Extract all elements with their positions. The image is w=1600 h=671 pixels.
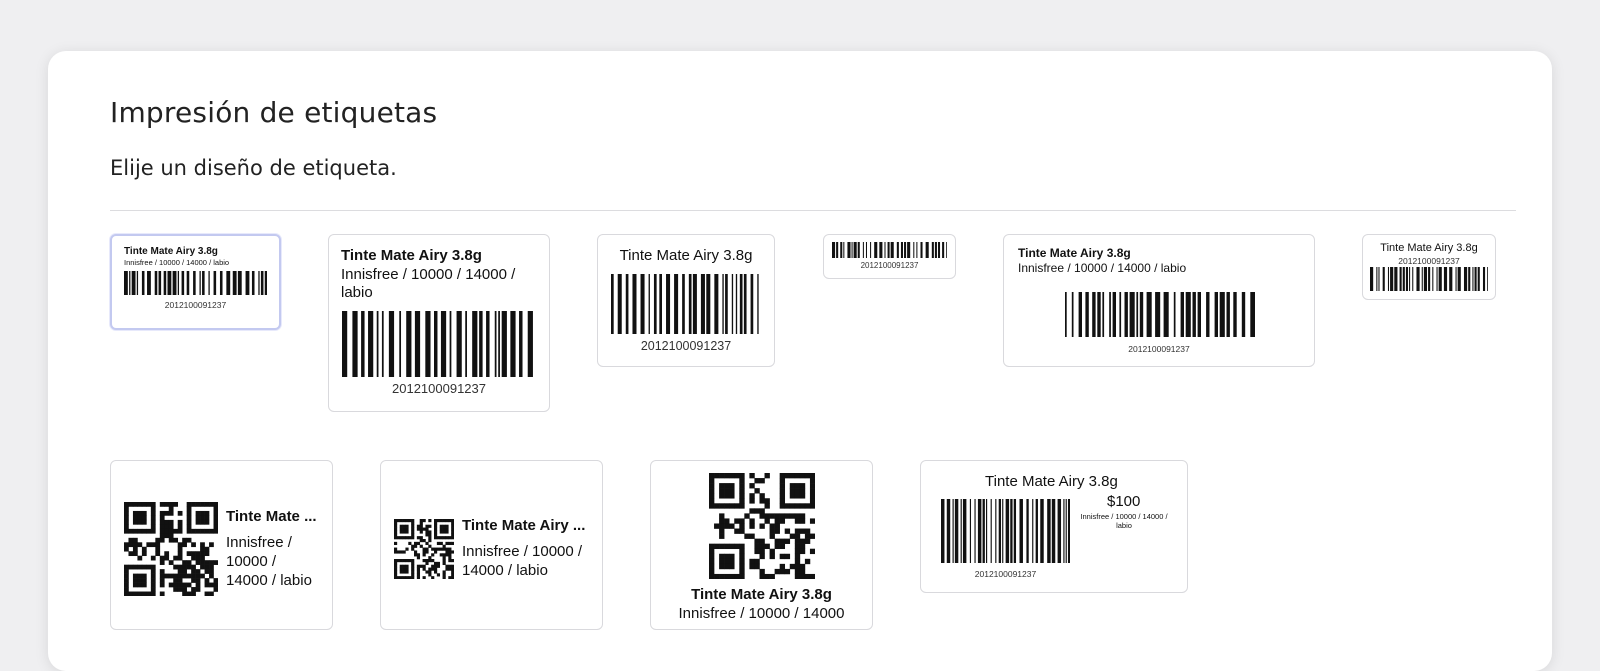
barcode-number: 2012100091237 — [860, 261, 919, 270]
label-design-option-4[interactable]: 2012100091237 — [823, 234, 956, 279]
label-design-option-2[interactable]: Tinte Mate Airy 3.8g Innisfree / 10000 /… — [328, 234, 550, 412]
label-product-name: Tinte Mate Airy 3.8g — [985, 473, 1118, 490]
label-product-details: Innisfree / 10000 / 14000 / labio — [124, 258, 230, 267]
label-product-name: Tinte Mate Airy 3.8g — [691, 586, 832, 603]
barcode-image — [124, 271, 267, 295]
barcode-image — [1370, 267, 1488, 291]
barcode-number: 2012100091237 — [392, 381, 486, 396]
label-design-option-7[interactable]: Tinte Mate ... Innisfree / 10000 / 14000… — [110, 460, 333, 630]
qr-code-image — [124, 502, 218, 596]
label-product-details: Innisfree / 10000 / 14000 — [678, 605, 845, 622]
qr-code-image — [709, 473, 815, 579]
label-product-name: Tinte Mate Airy 3.8g — [1018, 246, 1131, 260]
label-design-option-3[interactable]: Tinte Mate Airy 3.8g 2012100091237 — [597, 234, 775, 367]
label-product-details: Innisfree / 10000 / 14000 / — [341, 266, 516, 283]
label-product-name: Tinte Mate Airy 3.8g — [619, 247, 753, 264]
barcode-number: 2012100091237 — [974, 569, 1037, 579]
barcode-image — [1065, 292, 1255, 337]
label-product-name: Tinte Mate Airy ... — [462, 517, 586, 534]
label-product-details-cont: 10000 / — [226, 553, 277, 570]
page-title: Impresión de etiquetas — [110, 96, 438, 129]
label-product-details-cont: labio — [341, 284, 373, 301]
label-product-name: Tinte Mate Airy 3.8g — [1380, 242, 1478, 254]
label-product-details-cont: labio — [1116, 521, 1132, 530]
label-product-name: Tinte Mate ... — [226, 508, 317, 525]
barcode-number: 2012100091237 — [1128, 344, 1190, 354]
barcode-image — [941, 499, 1070, 563]
label-design-option-10[interactable]: Tinte Mate Airy 3.8g 2012100091237 $100 … — [920, 460, 1188, 593]
barcode-number-top: 2012100091237 — [1398, 256, 1460, 266]
label-product-details-cont: 14000 / labio — [226, 572, 312, 589]
label-product-details: Innisfree / 10000 / 14000 / labio — [1018, 261, 1187, 275]
label-product-details: Innisfree / 10000 / 14000 / — [1080, 512, 1168, 521]
label-product-details-cont: 14000 / labio — [462, 562, 548, 579]
page-subtitle: Elije un diseño de etiqueta. — [110, 156, 397, 180]
barcode-image — [342, 311, 533, 377]
label-design-option-9[interactable]: Tinte Mate Airy 3.8g Innisfree / 10000 /… — [650, 460, 873, 630]
label-product-name: Tinte Mate Airy 3.8g — [124, 246, 218, 257]
barcode-number: 2012100091237 — [640, 339, 732, 353]
divider — [110, 210, 1516, 211]
barcode-number: 2012100091237 — [164, 300, 227, 310]
barcode-image — [611, 274, 759, 334]
label-product-details: Innisfree / 10000 / — [462, 543, 583, 560]
barcode-image — [832, 242, 947, 258]
label-design-option-1[interactable]: Tinte Mate Airy 3.8g Innisfree / 10000 /… — [110, 234, 281, 330]
label-design-option-5[interactable]: Tinte Mate Airy 3.8g Innisfree / 10000 /… — [1003, 234, 1315, 367]
qr-code-image — [394, 519, 454, 579]
label-price: $100 — [1107, 493, 1141, 510]
label-product-details: Innisfree / — [226, 534, 292, 551]
label-design-option-6[interactable]: Tinte Mate Airy 3.8g 2012100091237 — [1362, 234, 1496, 300]
label-design-option-8[interactable]: Tinte Mate Airy ... Innisfree / 10000 / … — [380, 460, 603, 630]
label-product-name: Tinte Mate Airy 3.8g — [341, 247, 482, 264]
